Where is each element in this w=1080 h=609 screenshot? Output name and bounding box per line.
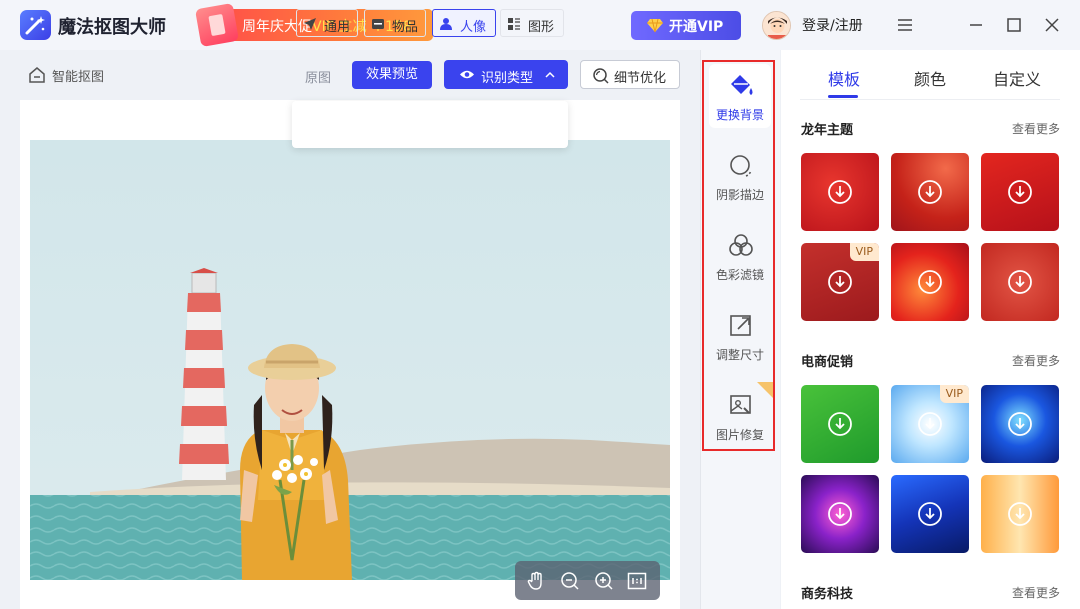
- detail-optimize-button[interactable]: 细节优化: [580, 60, 680, 89]
- view-more-business-tech[interactable]: 查看更多: [1012, 584, 1060, 601]
- tools-highlight-frame: [702, 60, 775, 451]
- minimize-icon[interactable]: [965, 14, 987, 36]
- download-icon: [1008, 270, 1032, 294]
- smart-cut-label: 智能抠图: [52, 70, 105, 85]
- template-thumb[interactable]: [981, 243, 1059, 321]
- type-option-object[interactable]: 物品: [364, 9, 426, 37]
- download-icon: [828, 180, 852, 204]
- view-more-dragon-year[interactable]: 查看更多: [1012, 120, 1060, 137]
- template-thumb[interactable]: [801, 153, 879, 231]
- hand-pan-icon[interactable]: [526, 571, 546, 591]
- open-vip-label: 开通VIP: [669, 19, 724, 35]
- chevron-up-icon: [545, 71, 555, 78]
- download-icon: [828, 502, 852, 526]
- tab-divider: [800, 99, 1060, 100]
- download-icon: [918, 412, 942, 436]
- template-thumb[interactable]: [891, 475, 969, 553]
- template-thumb[interactable]: [801, 475, 879, 553]
- view-more-ecommerce[interactable]: 查看更多: [1012, 352, 1060, 369]
- avatar[interactable]: [762, 11, 791, 40]
- type-option-graphic[interactable]: 图形: [500, 9, 564, 37]
- open-vip-button[interactable]: 开通VIP: [631, 11, 741, 40]
- box-icon: [372, 19, 384, 29]
- recognize-type-label: 识别类型: [481, 71, 534, 86]
- active-tab-indicator: [828, 95, 858, 98]
- shapes-icon: [508, 18, 520, 30]
- download-icon: [828, 412, 852, 436]
- tab-templates[interactable]: 模板: [828, 66, 860, 90]
- download-icon: [918, 180, 942, 204]
- zoom-out-icon[interactable]: [560, 571, 580, 591]
- tab-colors[interactable]: 颜色: [914, 66, 946, 90]
- zoom-toolbar: [515, 561, 660, 600]
- recognize-type-popup: [292, 101, 568, 148]
- template-thumb[interactable]: [981, 153, 1059, 231]
- effect-preview-button[interactable]: 效果预览: [352, 61, 432, 89]
- template-thumb[interactable]: [981, 385, 1059, 463]
- download-icon: [1008, 180, 1032, 204]
- home-icon: [29, 67, 45, 83]
- section-title-ecommerce: 电商促销: [801, 355, 854, 370]
- diamond-icon: [647, 18, 663, 33]
- close-icon[interactable]: [1041, 14, 1063, 36]
- eye-icon: [460, 70, 474, 79]
- gift-icon: [194, 2, 240, 48]
- recognize-type-button[interactable]: 识别类型: [444, 60, 568, 89]
- type-option-general[interactable]: 通用: [296, 9, 358, 37]
- image-preview[interactable]: [30, 140, 670, 580]
- login-register-link[interactable]: 登录/注册: [802, 15, 863, 35]
- template-thumb[interactable]: [891, 153, 969, 231]
- type-option-label: 图形: [528, 20, 555, 35]
- person-icon: [440, 18, 452, 30]
- download-icon: [918, 502, 942, 526]
- section-title-dragon-year: 龙年主题: [801, 123, 854, 138]
- vip-tag: VIP: [849, 243, 879, 261]
- actual-size-icon[interactable]: [627, 571, 647, 591]
- type-option-label: 物品: [392, 20, 419, 35]
- vip-tag: VIP: [939, 385, 969, 403]
- send-icon: [304, 18, 316, 30]
- tab-custom[interactable]: 自定义: [993, 66, 1041, 90]
- detail-optimize-label: 细节优化: [614, 71, 667, 86]
- magnifier-icon: [593, 68, 609, 84]
- template-thumb[interactable]: [981, 475, 1059, 553]
- template-thumb[interactable]: VIP: [801, 243, 879, 321]
- template-thumb[interactable]: VIP: [891, 385, 969, 463]
- section-title-business-tech: 商务科技: [801, 587, 854, 602]
- original-view-button[interactable]: 原图: [305, 67, 331, 86]
- type-option-portrait[interactable]: 人像: [432, 9, 496, 37]
- download-icon: [918, 270, 942, 294]
- download-icon: [828, 270, 852, 294]
- type-option-label: 通用: [324, 20, 351, 35]
- menu-icon[interactable]: [894, 14, 916, 36]
- download-icon: [1008, 502, 1032, 526]
- template-thumb[interactable]: [891, 243, 969, 321]
- app-title: 魔法抠图大师: [58, 17, 166, 38]
- download-icon: [1008, 412, 1032, 436]
- template-thumb[interactable]: [801, 385, 879, 463]
- type-option-label: 人像: [460, 20, 487, 35]
- magic-wand-icon: [25, 16, 45, 35]
- app-logo: [20, 10, 51, 40]
- zoom-in-icon[interactable]: [594, 571, 614, 591]
- maximize-icon[interactable]: [1003, 14, 1025, 36]
